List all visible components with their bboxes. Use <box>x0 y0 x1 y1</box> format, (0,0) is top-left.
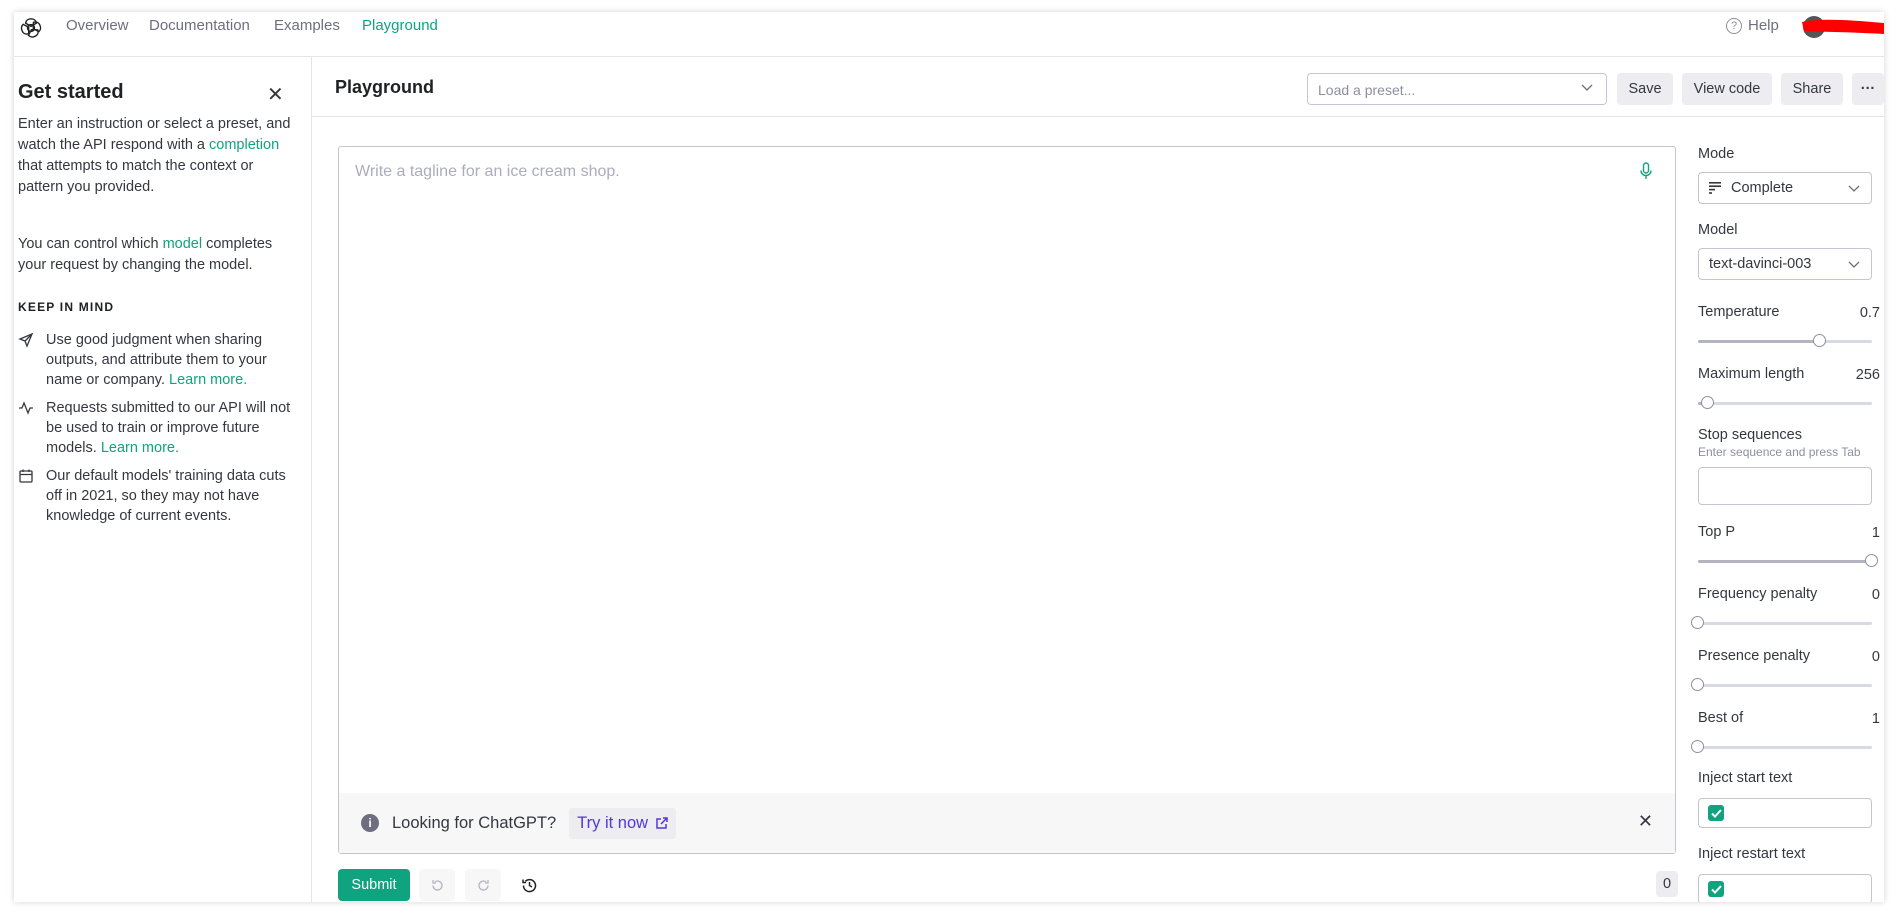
keep-in-mind-heading: KEEP IN MIND <box>18 300 115 314</box>
intro-text: Enter an instruction or select a preset,… <box>18 116 291 195</box>
playground-header: Playground Load a preset... Save View co… <box>311 56 1884 117</box>
panel-title: Get started <box>18 81 124 103</box>
view-code-button[interactable]: View code <box>1682 73 1772 105</box>
history-icon <box>521 878 536 892</box>
nav-playground[interactable]: Playground <box>362 17 438 34</box>
page-title: Playground <box>335 77 435 97</box>
inject-start-checkbox[interactable] <box>1708 805 1724 821</box>
submit-button[interactable]: Submit <box>338 869 410 901</box>
banner-text: Looking for ChatGPT? <box>392 813 557 832</box>
get-started-panel: Get started ✕ Enter an instruction or se… <box>14 56 312 902</box>
completion-link[interactable]: completion <box>209 137 279 153</box>
send-icon <box>18 330 36 390</box>
top-p-slider[interactable] <box>1698 554 1878 567</box>
refresh-icon <box>477 879 489 891</box>
complete-mode-icon <box>1709 182 1721 194</box>
max-length-label: Maximum length <box>1698 366 1805 382</box>
activity-icon <box>18 398 36 458</box>
prompt-editor: i Looking for ChatGPT? Try it now ✕ <box>338 146 1676 854</box>
presence-penalty-value: 0 <box>1871 649 1880 665</box>
temperature-label: Temperature <box>1698 304 1780 320</box>
max-length-value: 256 <box>1855 367 1880 383</box>
frequency-penalty-label: Frequency penalty <box>1698 586 1818 602</box>
max-length-slider[interactable] <box>1698 396 1872 409</box>
chevron-down-icon <box>1848 261 1860 268</box>
token-count: 0 <box>1656 871 1678 897</box>
nav-documentation[interactable]: Documentation <box>149 17 250 34</box>
slider-thumb[interactable] <box>1691 740 1704 753</box>
help-label: Help <box>1748 17 1779 34</box>
app-window: Overview Documentation Examples Playgrou… <box>14 12 1884 902</box>
stop-sequences-input[interactable] <box>1698 467 1872 505</box>
slider-thumb[interactable] <box>1691 678 1704 691</box>
top-p-value: 1 <box>1871 525 1880 541</box>
help-link[interactable]: ? Help <box>1726 17 1779 34</box>
top-p-label: Top P <box>1698 524 1736 540</box>
regenerate-button[interactable] <box>465 869 501 901</box>
chevron-down-icon <box>1581 84 1593 91</box>
undo-button[interactable] <box>419 869 455 901</box>
share-button[interactable]: Share <box>1781 73 1843 105</box>
avatar[interactable] <box>1800 14 1884 38</box>
external-link-icon <box>656 816 668 829</box>
model-select[interactable]: text-davinci-003 <box>1698 248 1872 280</box>
checkmark-icon <box>1710 808 1722 818</box>
tip-item: Use good judgment when sharing outputs, … <box>18 330 303 390</box>
undo-icon <box>431 879 443 891</box>
temperature-value: 0.7 <box>1859 305 1880 321</box>
temperature-slider[interactable] <box>1698 334 1872 347</box>
best-of-label: Best of <box>1698 710 1744 726</box>
try-it-now-link[interactable]: Try it now <box>569 807 677 839</box>
slider-thumb[interactable] <box>1865 554 1878 567</box>
model-text: You can control which model completes yo… <box>18 236 273 273</box>
presence-penalty-slider[interactable] <box>1691 678 1872 691</box>
calendar-icon <box>18 466 36 526</box>
preset-select[interactable]: Load a preset... <box>1307 73 1607 105</box>
best-of-value: 1 <box>1871 711 1880 727</box>
mode-select[interactable]: Complete <box>1698 172 1872 204</box>
microphone-icon[interactable] <box>1639 162 1653 180</box>
nav-overview[interactable]: Overview <box>66 17 129 34</box>
stop-sequences-hint: Enter sequence and press Tab <box>1698 445 1861 459</box>
model-label: Model <box>1698 222 1738 238</box>
inject-restart-checkbox[interactable] <box>1708 881 1724 897</box>
close-icon[interactable]: ✕ <box>267 82 284 107</box>
model-link[interactable]: model <box>163 236 203 252</box>
chevron-down-icon <box>1848 185 1860 192</box>
slider-thumb[interactable] <box>1701 396 1715 409</box>
tip-item: Our default models' training data cuts o… <box>18 466 303 526</box>
mode-label: Mode <box>1698 146 1735 162</box>
inject-start-label: Inject start text <box>1698 770 1793 786</box>
slider-thumb[interactable] <box>1691 616 1704 629</box>
frequency-penalty-slider[interactable] <box>1691 616 1872 629</box>
learn-more-link[interactable]: Learn more. <box>101 440 179 456</box>
top-nav: Overview Documentation Examples Playgrou… <box>14 12 1884 57</box>
inject-restart-label: Inject restart text <box>1698 846 1806 862</box>
tip-item: Requests submitted to our API will not b… <box>18 398 303 458</box>
info-icon: i <box>361 814 379 832</box>
presence-penalty-label: Presence penalty <box>1698 648 1811 664</box>
nav-examples[interactable]: Examples <box>274 17 340 34</box>
more-options-button[interactable]: ··· <box>1852 73 1884 105</box>
save-button[interactable]: Save <box>1617 73 1673 105</box>
frequency-penalty-value: 0 <box>1871 587 1880 603</box>
checkmark-icon <box>1710 884 1722 894</box>
history-button[interactable] <box>511 869 547 901</box>
best-of-slider[interactable] <box>1691 740 1872 753</box>
stop-sequences-label: Stop sequences <box>1698 427 1802 443</box>
close-banner-icon[interactable]: ✕ <box>1638 811 1653 832</box>
slider-thumb[interactable] <box>1812 334 1826 347</box>
help-icon: ? <box>1726 17 1742 34</box>
learn-more-link[interactable]: Learn more. <box>169 372 247 388</box>
inject-start-field[interactable] <box>1698 798 1872 828</box>
inject-restart-field[interactable] <box>1698 874 1872 902</box>
chatgpt-banner: i Looking for ChatGPT? Try it now ✕ <box>339 793 1675 853</box>
prompt-input[interactable] <box>339 147 1675 787</box>
openai-logo-icon[interactable] <box>18 15 44 41</box>
